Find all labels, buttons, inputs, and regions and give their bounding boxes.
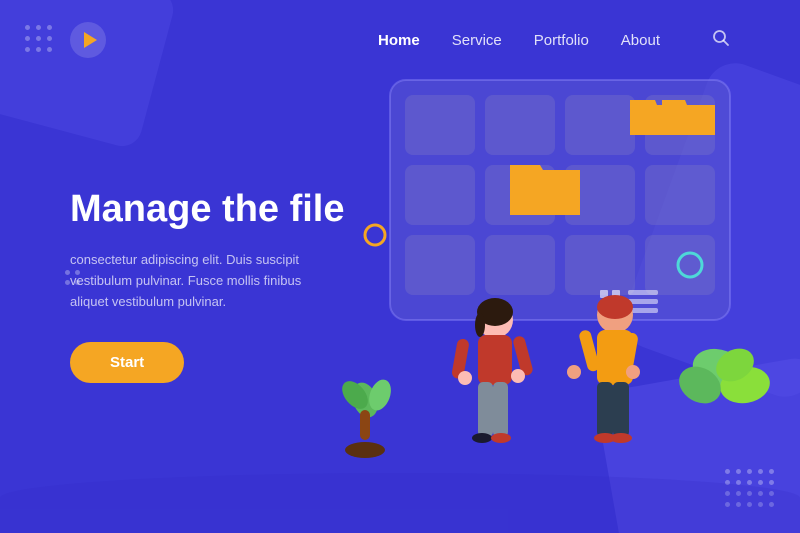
hero-illustration (310, 70, 770, 470)
nav-link-portfolio[interactable]: Portfolio (534, 32, 589, 49)
page-wrapper: Home Service Portfolio About Manage the … (0, 0, 800, 533)
hero-section: Manage the file consectetur adipiscing e… (0, 80, 800, 460)
illustration-svg (310, 70, 770, 470)
search-icon (712, 29, 730, 47)
nav-link-about[interactable]: About (621, 32, 660, 49)
nav-link-service[interactable]: Service (452, 32, 502, 49)
navbar: Home Service Portfolio About (0, 0, 800, 80)
wave-bottom (0, 473, 800, 533)
nav-links: Home Service Portfolio About (378, 29, 730, 52)
logo-icon (70, 22, 106, 58)
nav-link-home[interactable]: Home (378, 32, 420, 49)
logo[interactable] (70, 22, 106, 58)
hero-description: consectetur adipiscing elit. Duis suscip… (70, 250, 310, 312)
start-button[interactable]: Start (70, 342, 184, 383)
search-icon-wrapper[interactable] (712, 29, 730, 52)
